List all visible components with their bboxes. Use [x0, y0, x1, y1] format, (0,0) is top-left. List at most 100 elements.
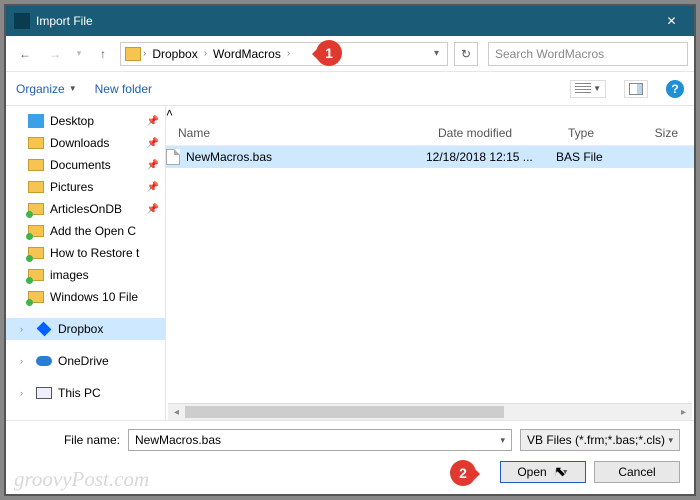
- sidebar-item-label: Documents: [50, 158, 111, 172]
- help-button[interactable]: ?: [666, 80, 684, 98]
- search-input[interactable]: Search WordMacros: [488, 42, 688, 66]
- chevron-right-icon: ›: [143, 48, 146, 59]
- file-name: NewMacros.bas: [186, 150, 272, 164]
- chevron-right-icon[interactable]: ›: [20, 388, 30, 398]
- chevron-right-icon[interactable]: ›: [20, 356, 30, 366]
- dropbox-icon: [37, 322, 52, 337]
- filename-value: NewMacros.bas: [135, 433, 221, 447]
- folder-icon: [28, 159, 44, 171]
- sidebar-item-label: Dropbox: [58, 322, 103, 336]
- sidebar-item[interactable]: Downloads 📌: [6, 132, 165, 154]
- column-header-type[interactable]: Type: [556, 126, 626, 140]
- chevron-right-icon: ›: [287, 48, 290, 59]
- list-view-icon: [575, 83, 591, 95]
- sidebar-item-label: images: [50, 268, 89, 282]
- pin-icon: 📌: [147, 116, 159, 127]
- window-title: Import File: [36, 14, 649, 28]
- search-placeholder: Search WordMacros: [495, 47, 604, 61]
- address-history-caret[interactable]: ▾: [430, 48, 443, 59]
- file-type: BAS File: [556, 150, 626, 164]
- organize-menu[interactable]: Organize: [16, 82, 65, 96]
- folder-icon: [125, 47, 141, 61]
- sidebar-item-label: ArticlesOnDB: [50, 202, 122, 216]
- sidebar-item-label: Pictures: [50, 180, 93, 194]
- sidebar-root-onedrive[interactable]: › OneDrive: [6, 350, 165, 372]
- cursor-icon: ⬉: [554, 463, 566, 480]
- column-headers: Name Date modified Type Size: [166, 120, 694, 146]
- scroll-left-icon[interactable]: ◂: [168, 407, 185, 418]
- filename-label: File name:: [20, 433, 120, 447]
- cancel-button[interactable]: Cancel: [594, 461, 680, 483]
- sidebar-item[interactable]: images: [6, 264, 165, 286]
- sort-indicator: ˄: [166, 106, 694, 120]
- up-button[interactable]: ↑: [90, 41, 116, 67]
- sidebar-item[interactable]: Documents 📌: [6, 154, 165, 176]
- folder-icon: [28, 269, 44, 281]
- sidebar-item[interactable]: Windows 10 File: [6, 286, 165, 308]
- pin-icon: 📌: [147, 160, 159, 171]
- sidebar-item[interactable]: Pictures 📌: [6, 176, 165, 198]
- file-icon: [166, 149, 180, 165]
- column-header-size[interactable]: Size: [626, 126, 694, 140]
- forward-button[interactable]: →: [42, 41, 68, 67]
- breadcrumb[interactable]: Dropbox: [148, 45, 201, 63]
- app-icon: [14, 13, 30, 29]
- chevron-down-icon: ▾: [668, 435, 673, 446]
- chevron-down-icon[interactable]: ▾: [500, 435, 505, 446]
- scroll-right-icon[interactable]: ▸: [675, 407, 692, 418]
- chevron-right-icon[interactable]: ›: [20, 324, 30, 334]
- column-header-name[interactable]: Name: [166, 126, 426, 140]
- titlebar: Import File ✕: [6, 6, 694, 36]
- annotation-1: 1: [316, 40, 342, 66]
- sidebar-item-label: How to Restore t: [50, 246, 139, 260]
- folder-icon: [28, 181, 44, 193]
- sidebar-item[interactable]: ArticlesOnDB 📌: [6, 198, 165, 220]
- sidebar: Desktop 📌 Downloads 📌 Documents 📌 Pictur…: [6, 106, 166, 420]
- file-type-select[interactable]: VB Files (*.frm;*.bas;*.cls) ▾: [520, 429, 680, 451]
- onedrive-icon: [36, 356, 52, 366]
- filename-input[interactable]: NewMacros.bas ▾: [128, 429, 512, 451]
- file-list-pane: ˄ Name Date modified Type Size NewMacros…: [166, 106, 694, 420]
- sidebar-item[interactable]: How to Restore t: [6, 242, 165, 264]
- sidebar-root-dropbox[interactable]: › Dropbox: [6, 318, 165, 340]
- folder-icon: [28, 203, 44, 215]
- file-row[interactable]: NewMacros.bas 12/18/2018 12:15 ... BAS F…: [166, 146, 694, 168]
- new-folder-button[interactable]: New folder: [95, 82, 152, 96]
- annotation-2: 2: [450, 460, 476, 486]
- folder-icon: [28, 225, 44, 237]
- sidebar-item[interactable]: Add the Open C: [6, 220, 165, 242]
- sidebar-item-label: OneDrive: [58, 354, 109, 368]
- thispc-icon: [36, 387, 52, 399]
- open-button[interactable]: Open ▼: [500, 461, 586, 483]
- sidebar-item-label: Desktop: [50, 114, 94, 128]
- back-button[interactable]: ←: [12, 41, 38, 67]
- breadcrumb[interactable]: WordMacros: [209, 45, 285, 63]
- chevron-down-icon: ▼: [69, 84, 77, 93]
- chevron-right-icon: ›: [204, 48, 207, 59]
- desktop-icon: [28, 114, 44, 128]
- pin-icon: 📌: [147, 204, 159, 215]
- file-type-value: VB Files (*.frm;*.bas;*.cls): [527, 433, 665, 447]
- sidebar-item-label: Windows 10 File: [50, 290, 138, 304]
- horizontal-scrollbar[interactable]: ◂ ▸: [168, 403, 692, 420]
- sidebar-item-label: This PC: [58, 386, 101, 400]
- recent-caret[interactable]: ▾: [72, 41, 86, 67]
- column-header-date[interactable]: Date modified: [426, 126, 556, 140]
- close-button[interactable]: ✕: [649, 6, 694, 36]
- pin-icon: 📌: [147, 182, 159, 193]
- view-options-button[interactable]: ▼: [570, 80, 606, 98]
- scroll-thumb[interactable]: [185, 406, 504, 418]
- file-date: 12/18/2018 12:15 ...: [426, 150, 556, 164]
- sidebar-item[interactable]: Desktop 📌: [6, 110, 165, 132]
- pin-icon: 📌: [147, 138, 159, 149]
- folder-icon: [28, 247, 44, 259]
- folder-icon: [28, 291, 44, 303]
- refresh-button[interactable]: ↻: [454, 42, 478, 66]
- cancel-button-label: Cancel: [618, 465, 655, 479]
- preview-pane-button[interactable]: [624, 80, 648, 98]
- sidebar-item-label: Add the Open C: [50, 224, 136, 238]
- address-bar[interactable]: › Dropbox › WordMacros › ▾: [120, 42, 448, 66]
- toolbar: Organize ▼ New folder ▼ ?: [6, 72, 694, 106]
- sidebar-root-thispc[interactable]: › This PC: [6, 382, 165, 404]
- footer-panel: File name: NewMacros.bas ▾ VB Files (*.f…: [6, 420, 694, 494]
